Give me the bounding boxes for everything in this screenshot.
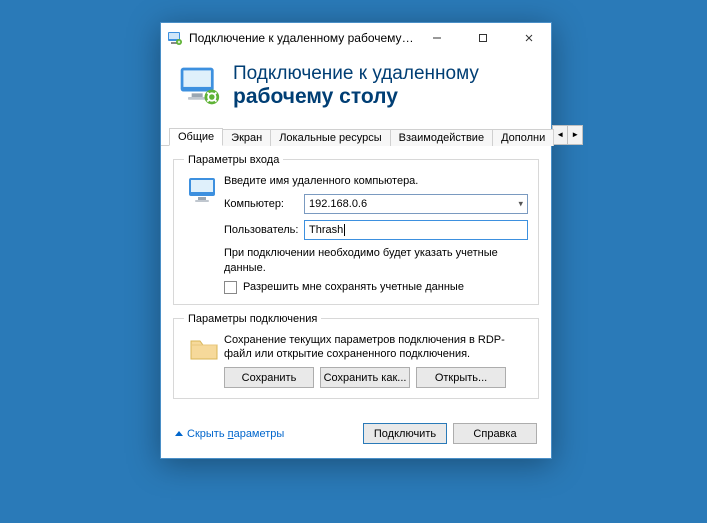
monitor-small-icon: [184, 174, 224, 206]
tab-display[interactable]: Экран: [222, 129, 271, 146]
tab-scroll-left[interactable]: ◄: [552, 125, 568, 145]
credentials-note: При подключении необходимо будет указать…: [224, 246, 528, 275]
login-group: Параметры входа Введите имя удаленного к…: [173, 154, 539, 305]
open-button[interactable]: Открыть...: [416, 367, 506, 388]
dialog-body: Параметры входа Введите имя удаленного к…: [161, 146, 551, 413]
username-input[interactable]: Thrash: [304, 220, 528, 240]
tab-advanced[interactable]: Дополни: [492, 129, 554, 146]
save-as-button[interactable]: Сохранить как...: [320, 367, 410, 388]
rdp-dialog: Подключение к удаленному рабочему с...: [160, 22, 552, 459]
minimize-button[interactable]: [414, 23, 460, 53]
chevron-down-icon: ▾: [518, 199, 523, 210]
connect-button[interactable]: Подключить: [363, 423, 447, 444]
help-button[interactable]: Справка: [453, 423, 537, 444]
tab-general[interactable]: Общие: [169, 128, 223, 146]
titlebar[interactable]: Подключение к удаленному рабочему с...: [161, 23, 551, 53]
tab-local-resources[interactable]: Локальные ресурсы: [270, 129, 390, 146]
monitor-icon: [177, 64, 221, 108]
tab-experience[interactable]: Взаимодействие: [390, 129, 493, 146]
login-group-legend: Параметры входа: [184, 154, 283, 166]
header: Подключение к удаленному рабочему столу: [161, 53, 551, 123]
header-line2: рабочему столу: [233, 85, 479, 109]
remember-credentials-checkbox[interactable]: Разрешить мне сохранять учетные данные: [224, 281, 528, 294]
app-icon: [167, 30, 183, 46]
close-button[interactable]: [506, 23, 551, 53]
computer-label: Компьютер:: [224, 198, 304, 210]
tab-scroll: ◄ ►: [553, 125, 583, 145]
tab-scroll-right[interactable]: ►: [567, 125, 583, 145]
footer: Скрыть параметры Подключить Справка: [161, 413, 551, 458]
save-button[interactable]: Сохранить: [224, 367, 314, 388]
remember-label: Разрешить мне сохранять учетные данные: [243, 281, 464, 293]
folder-icon: [184, 333, 224, 363]
connection-group-legend: Параметры подключения: [184, 313, 321, 325]
header-title: Подключение к удаленному рабочему столу: [233, 63, 479, 109]
computer-combobox[interactable]: 192.168.0.6 ▾: [304, 194, 528, 214]
chevron-up-icon: [175, 431, 183, 436]
computer-value: 192.168.0.6: [309, 198, 367, 210]
user-label: Пользователь:: [224, 224, 304, 236]
maximize-button[interactable]: [460, 23, 506, 53]
titlebar-text: Подключение к удаленному рабочему с...: [189, 31, 414, 45]
username-value: Thrash: [309, 224, 345, 236]
connection-desc: Сохранение текущих параметров подключени…: [224, 333, 528, 362]
header-line1: Подключение к удаленному: [233, 63, 479, 84]
hide-options-link[interactable]: Скрыть параметры: [175, 428, 284, 440]
tabstrip: Общие Экран Локальные ресурсы Взаимодейс…: [161, 123, 551, 146]
login-intro: Введите имя удаленного компьютера.: [224, 174, 528, 188]
checkbox-icon: [224, 281, 237, 294]
connection-group: Параметры подключения Сохранение текущих…: [173, 313, 539, 400]
